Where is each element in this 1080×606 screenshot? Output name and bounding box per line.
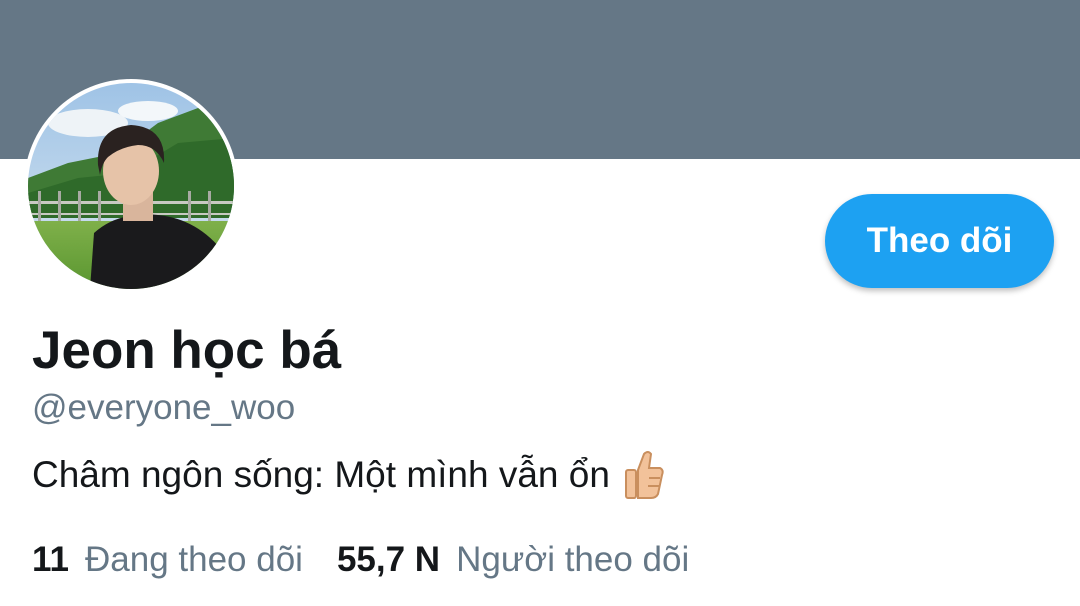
follow-button[interactable]: Theo dõi — [825, 194, 1054, 288]
thumbs-up-icon — [624, 450, 664, 500]
followers-stat[interactable]: 55,7 N Người theo dõi — [337, 540, 689, 580]
user-handle: @everyone_woo — [32, 388, 296, 427]
bio: Châm ngôn sống: Một mình vẫn ổn — [32, 450, 664, 500]
display-name: Jeon học bá — [32, 321, 342, 380]
profile-stats: 11 Đang theo dõi 55,7 N Người theo dõi — [32, 540, 689, 580]
followers-count: 55,7 N — [336, 540, 441, 579]
profile-page: Theo dõi Jeon học bá @everyone_woo Châm … — [0, 0, 1080, 606]
following-count: 11 — [32, 540, 69, 579]
avatar[interactable] — [24, 79, 238, 293]
avatar-photo — [28, 83, 234, 289]
following-stat[interactable]: 11 Đang theo dõi — [32, 540, 303, 580]
following-label: Đang theo dõi — [85, 540, 303, 579]
followers-label: Người theo dõi — [456, 540, 690, 579]
bio-text: Châm ngôn sống: Một mình vẫn ổn — [32, 454, 610, 495]
